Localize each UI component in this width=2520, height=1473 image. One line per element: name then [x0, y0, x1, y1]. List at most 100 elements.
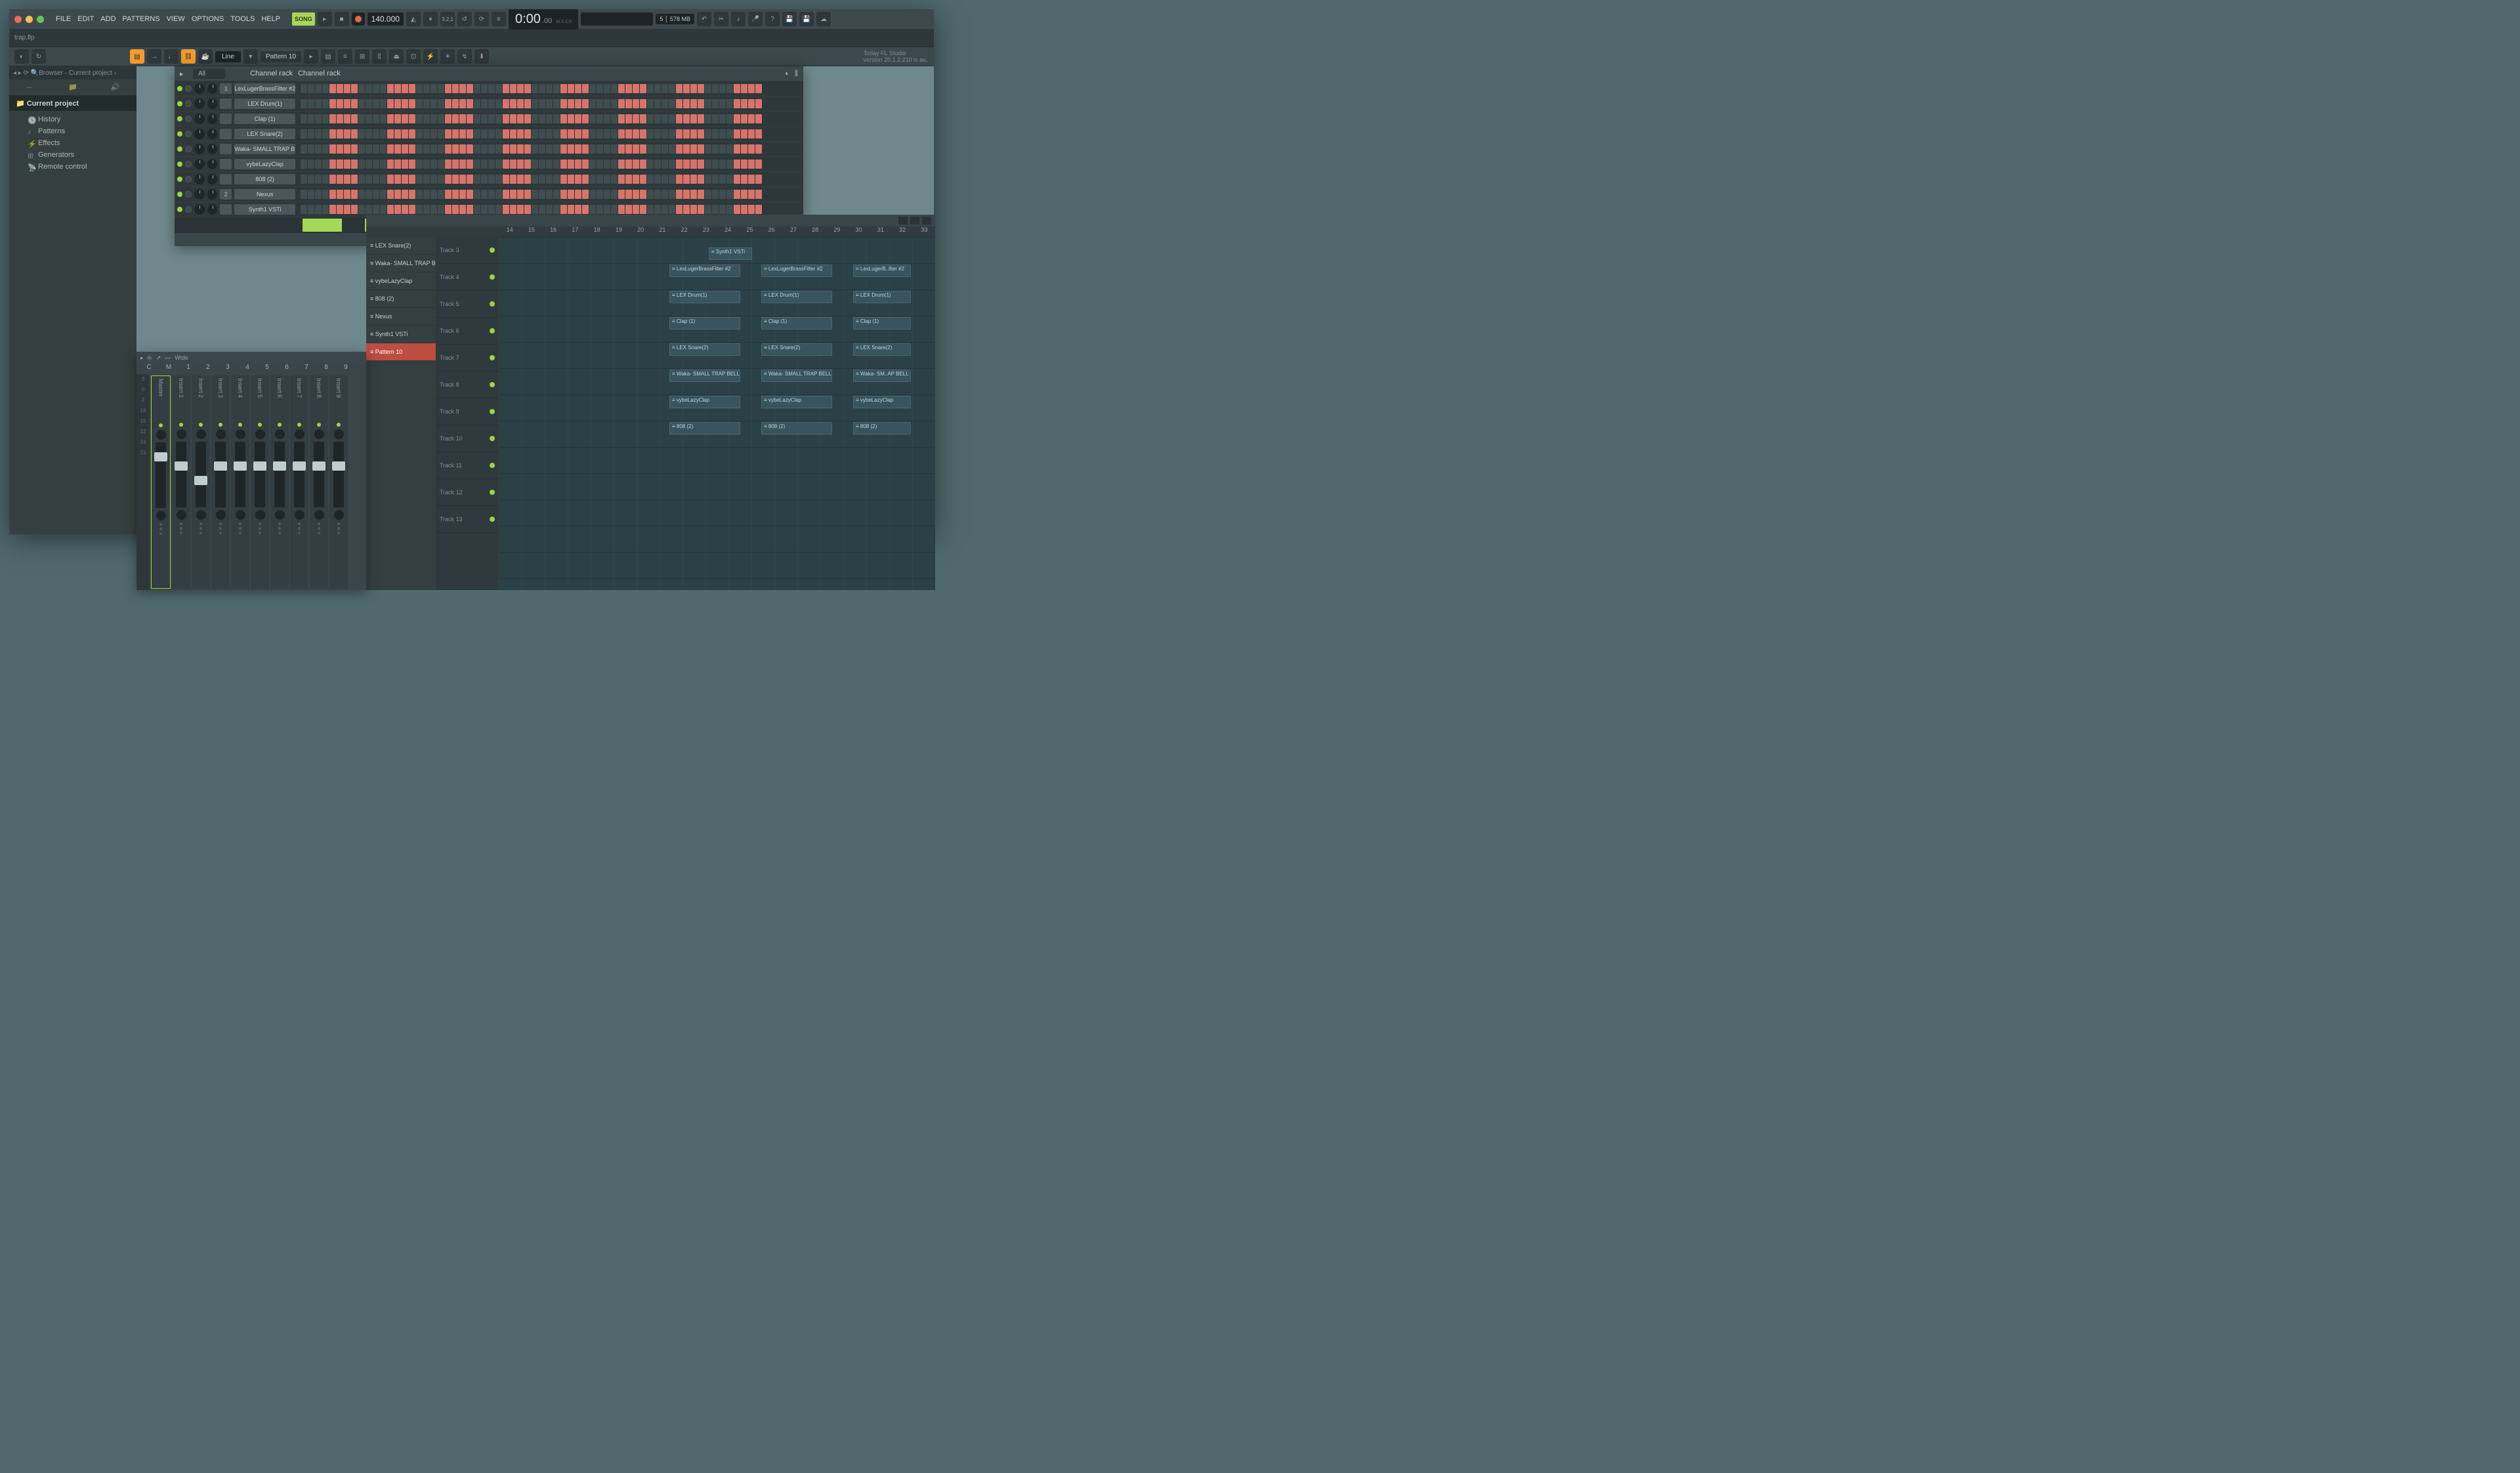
picker-item[interactable]: ≡ Waka- SMALL TRAP BELL — [366, 255, 436, 272]
mixer-view-mode[interactable]: Wide — [175, 354, 188, 361]
step[interactable] — [690, 144, 697, 154]
mixer-route-dots[interactable] — [219, 523, 222, 534]
step[interactable] — [633, 160, 639, 169]
mixer-pan-knob[interactable] — [236, 429, 245, 439]
playlist-clip[interactable]: ≡ 808 (2) — [853, 422, 911, 435]
step[interactable] — [402, 190, 408, 199]
step[interactable] — [416, 99, 423, 108]
view-pianoroll-icon[interactable]: ≡ — [338, 49, 352, 64]
mixer-fader[interactable] — [215, 442, 226, 507]
render-button[interactable]: 💾 — [799, 12, 814, 26]
step[interactable] — [539, 84, 545, 93]
mixer-view-icon[interactable]: ↗ — [156, 354, 161, 362]
step[interactable] — [553, 144, 560, 154]
menu-help[interactable]: HELP — [259, 15, 283, 23]
channel-pan-knob[interactable] — [194, 159, 205, 169]
tool-1-icon[interactable]: ⚡ — [423, 49, 438, 64]
track-header[interactable]: Track 11 — [436, 452, 499, 479]
step[interactable] — [351, 114, 358, 123]
mixer-send-knob[interactable] — [314, 510, 324, 520]
step[interactable] — [712, 114, 719, 123]
mixer-track-num[interactable]: 3 — [218, 364, 238, 374]
step[interactable] — [387, 175, 394, 184]
channel-name-button[interactable]: Synth1 VSTi — [234, 204, 295, 215]
step[interactable] — [344, 205, 350, 214]
step[interactable] — [503, 114, 509, 123]
step[interactable] — [430, 99, 437, 108]
step[interactable] — [539, 99, 545, 108]
mixer-fader[interactable] — [255, 442, 265, 507]
mixer-mute-led[interactable] — [179, 423, 183, 427]
step[interactable] — [568, 160, 574, 169]
step[interactable] — [517, 84, 524, 93]
step[interactable] — [669, 205, 675, 214]
step[interactable] — [337, 144, 343, 154]
menu-patterns[interactable]: PATTERNS — [120, 15, 163, 23]
snap-selector[interactable]: Line — [215, 51, 241, 62]
picker-item[interactable]: ≡ Pattern 10 — [366, 343, 436, 361]
step[interactable] — [308, 129, 314, 139]
step[interactable] — [409, 160, 415, 169]
step[interactable] — [373, 114, 379, 123]
step[interactable] — [394, 175, 401, 184]
snap-menu-icon[interactable]: ▾ — [243, 49, 258, 64]
step[interactable] — [683, 129, 690, 139]
step[interactable] — [481, 175, 488, 184]
step[interactable] — [719, 205, 726, 214]
step[interactable] — [640, 190, 646, 199]
step[interactable] — [546, 175, 553, 184]
step[interactable] — [467, 190, 473, 199]
step[interactable] — [690, 84, 697, 93]
view-mixer-icon[interactable]: ⫼ — [372, 49, 387, 64]
step[interactable] — [683, 205, 690, 214]
track-header[interactable]: Track 12 — [436, 479, 499, 506]
mixer-channel[interactable]: Insert 6 — [270, 375, 289, 589]
step[interactable] — [683, 190, 690, 199]
step[interactable] — [315, 160, 322, 169]
step[interactable] — [409, 84, 415, 93]
step[interactable] — [662, 129, 668, 139]
step[interactable] — [734, 175, 740, 184]
playlist-clip[interactable]: ≡ Clap (1) — [853, 317, 911, 330]
mixer-fader[interactable] — [333, 442, 344, 507]
step[interactable] — [546, 160, 553, 169]
step[interactable] — [488, 84, 495, 93]
step[interactable] — [337, 190, 343, 199]
step[interactable] — [337, 129, 343, 139]
step[interactable] — [430, 114, 437, 123]
tool-2-icon[interactable]: ☀ — [440, 49, 455, 64]
mixer-fader[interactable] — [294, 442, 304, 507]
track-mute-led[interactable] — [490, 355, 495, 360]
step[interactable] — [589, 160, 596, 169]
step[interactable] — [553, 205, 560, 214]
step[interactable] — [373, 160, 379, 169]
step[interactable] — [647, 190, 654, 199]
step[interactable] — [698, 205, 704, 214]
step[interactable] — [409, 175, 415, 184]
close-all-icon[interactable]: ⊡ — [406, 49, 421, 64]
step[interactable] — [726, 84, 733, 93]
step[interactable] — [654, 144, 661, 154]
mixer-channel[interactable]: Insert 7 — [290, 375, 308, 589]
step[interactable] — [532, 190, 538, 199]
step[interactable] — [380, 144, 387, 154]
step[interactable] — [712, 160, 719, 169]
step[interactable] — [568, 175, 574, 184]
step[interactable] — [741, 114, 747, 123]
step[interactable] — [329, 205, 336, 214]
step[interactable] — [344, 99, 350, 108]
step[interactable] — [654, 129, 661, 139]
plugin-db-icon[interactable]: ⏏ — [389, 49, 404, 64]
step[interactable] — [481, 205, 488, 214]
playlist-clip[interactable]: ≡ LEX Drum(1) — [853, 291, 911, 303]
step[interactable] — [625, 84, 632, 93]
step[interactable] — [416, 129, 423, 139]
step[interactable] — [524, 114, 531, 123]
track-header[interactable]: Track 8 — [436, 372, 499, 398]
step[interactable] — [647, 114, 654, 123]
step[interactable] — [402, 205, 408, 214]
step[interactable] — [625, 205, 632, 214]
step[interactable] — [524, 99, 531, 108]
step[interactable] — [329, 114, 336, 123]
step[interactable] — [654, 190, 661, 199]
